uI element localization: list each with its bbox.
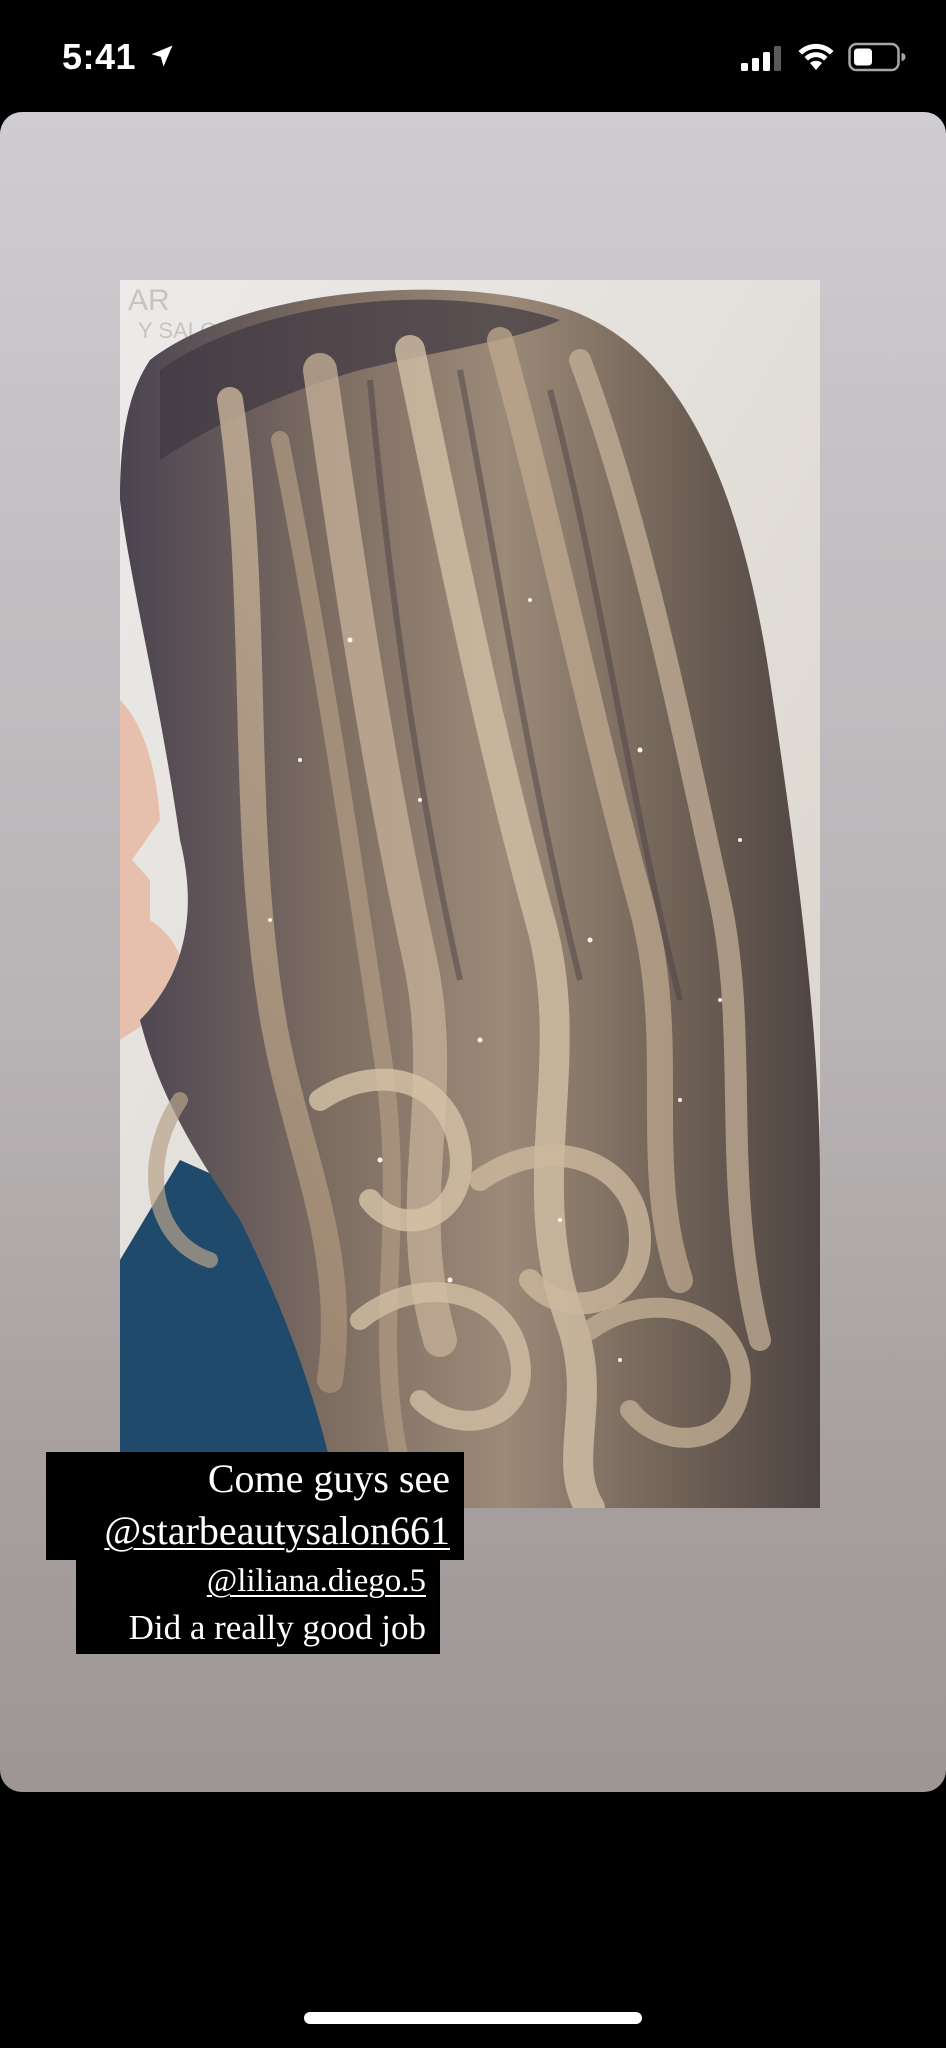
- wifi-icon: [798, 43, 834, 70]
- mention-liliana-diego[interactable]: @liliana.diego.5: [76, 1560, 440, 1604]
- caption-line-4: Did a really good job: [76, 1604, 440, 1654]
- home-indicator[interactable]: [304, 2012, 642, 2024]
- status-time: 5:41: [62, 36, 137, 77]
- mention-starbeautysalon661[interactable]: @starbeautysalon661: [46, 1506, 464, 1560]
- status-bar: 5:41: [0, 0, 946, 110]
- svg-text:AR: AR: [128, 284, 170, 317]
- hair-highlights-photo: AR Y SALON: [120, 280, 820, 1508]
- battery-icon: [848, 42, 906, 72]
- mention-text[interactable]: @liliana.diego.5: [207, 1563, 426, 1599]
- caption-line-1: Come guys see: [46, 1452, 464, 1506]
- cellular-signal-icon: [741, 46, 781, 71]
- hair-photo-illustration: AR Y SALON: [120, 280, 820, 1508]
- story-screen: 5:41 AR Y SALON Come guys see @starbeaut…: [0, 0, 946, 2048]
- story-card[interactable]: AR Y SALON Come guys see @starbeautysalo…: [0, 112, 946, 1792]
- mention-text[interactable]: @starbeautysalon661: [104, 1508, 450, 1553]
- location-arrow-icon: [151, 45, 173, 67]
